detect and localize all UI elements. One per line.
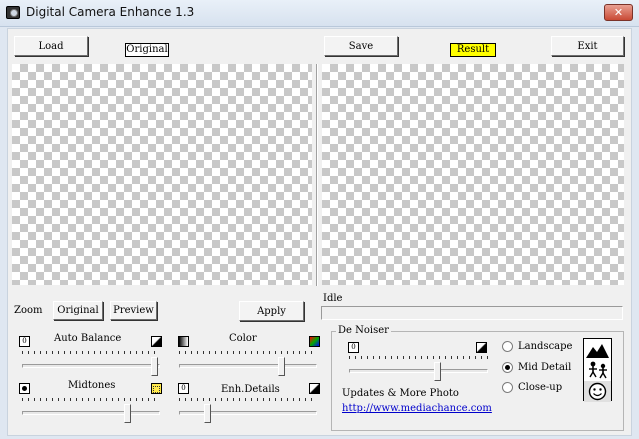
close-up-label[interactable]: Close-up	[518, 382, 562, 393]
scene-icons	[583, 338, 612, 402]
enh-details-min-icon[interactable]: 0	[178, 383, 189, 394]
midtones-min-icon[interactable]	[19, 383, 30, 394]
camera-icon	[6, 6, 20, 19]
color-label: Color	[229, 333, 257, 344]
enh-details-label: Enh.Details	[221, 384, 280, 395]
enh-details-slider[interactable]	[179, 398, 317, 425]
people-icon[interactable]	[584, 360, 611, 381]
exit-button[interactable]: Exit	[551, 36, 624, 56]
close-up-radio[interactable]	[502, 382, 513, 393]
result-tag: Result	[450, 43, 496, 57]
landscape-radio[interactable]	[502, 341, 513, 352]
midtones-slider[interactable]	[22, 398, 160, 425]
window-title: Digital Camera Enhance 1.3	[26, 5, 195, 19]
result-image-panel[interactable]	[322, 64, 624, 285]
de-noiser-max-icon[interactable]	[476, 342, 487, 353]
midtones-label: Midtones	[68, 380, 116, 391]
zoom-label: Zoom	[14, 305, 43, 316]
mid-detail-label[interactable]: Mid Detail	[518, 362, 571, 373]
close-icon[interactable]: ✕	[604, 4, 633, 21]
title-bar: Digital Camera Enhance 1.3 ✕	[0, 0, 639, 27]
apply-button[interactable]: Apply	[239, 301, 304, 321]
original-image-panel[interactable]	[12, 64, 312, 285]
updates-text: Updates & More Photo	[342, 388, 459, 399]
de-noiser-min-icon[interactable]: 0	[348, 342, 359, 353]
mountain-icon[interactable]	[584, 339, 611, 360]
color-slider[interactable]	[179, 351, 317, 378]
panel-divider	[316, 64, 318, 286]
status-text: Idle	[323, 293, 343, 304]
de-noiser-slider[interactable]	[349, 356, 488, 383]
color-slider-thumb[interactable]	[278, 357, 286, 376]
zoom-original-button[interactable]: Original	[53, 301, 103, 320]
progress-bar	[321, 306, 623, 320]
auto-balance-label: Auto Balance	[54, 333, 122, 344]
website-link[interactable]: http://www.mediachance.com	[342, 403, 492, 414]
de-noiser-title: De Noiser	[336, 325, 391, 336]
color-min-icon[interactable]	[178, 336, 189, 347]
face-icon[interactable]	[584, 381, 611, 402]
auto-balance-slider[interactable]	[22, 351, 160, 378]
enh-details-slider-thumb[interactable]	[203, 404, 211, 423]
mid-detail-radio[interactable]	[502, 362, 513, 373]
zoom-preview-button[interactable]: Preview	[110, 301, 157, 320]
midtones-slider-thumb[interactable]	[123, 404, 131, 423]
de-noiser-slider-thumb[interactable]	[433, 362, 441, 381]
color-max-icon[interactable]	[309, 336, 320, 347]
save-button[interactable]: Save	[324, 36, 398, 56]
load-button[interactable]: Load	[14, 36, 88, 56]
midtones-max-icon[interactable]	[151, 383, 162, 394]
original-tag: Original	[125, 43, 169, 57]
enh-details-max-icon[interactable]	[309, 383, 320, 394]
auto-balance-min-icon[interactable]: 0	[19, 336, 30, 347]
auto-balance-max-icon[interactable]	[151, 336, 162, 347]
auto-balance-slider-thumb[interactable]	[151, 357, 159, 376]
landscape-label[interactable]: Landscape	[518, 341, 572, 352]
